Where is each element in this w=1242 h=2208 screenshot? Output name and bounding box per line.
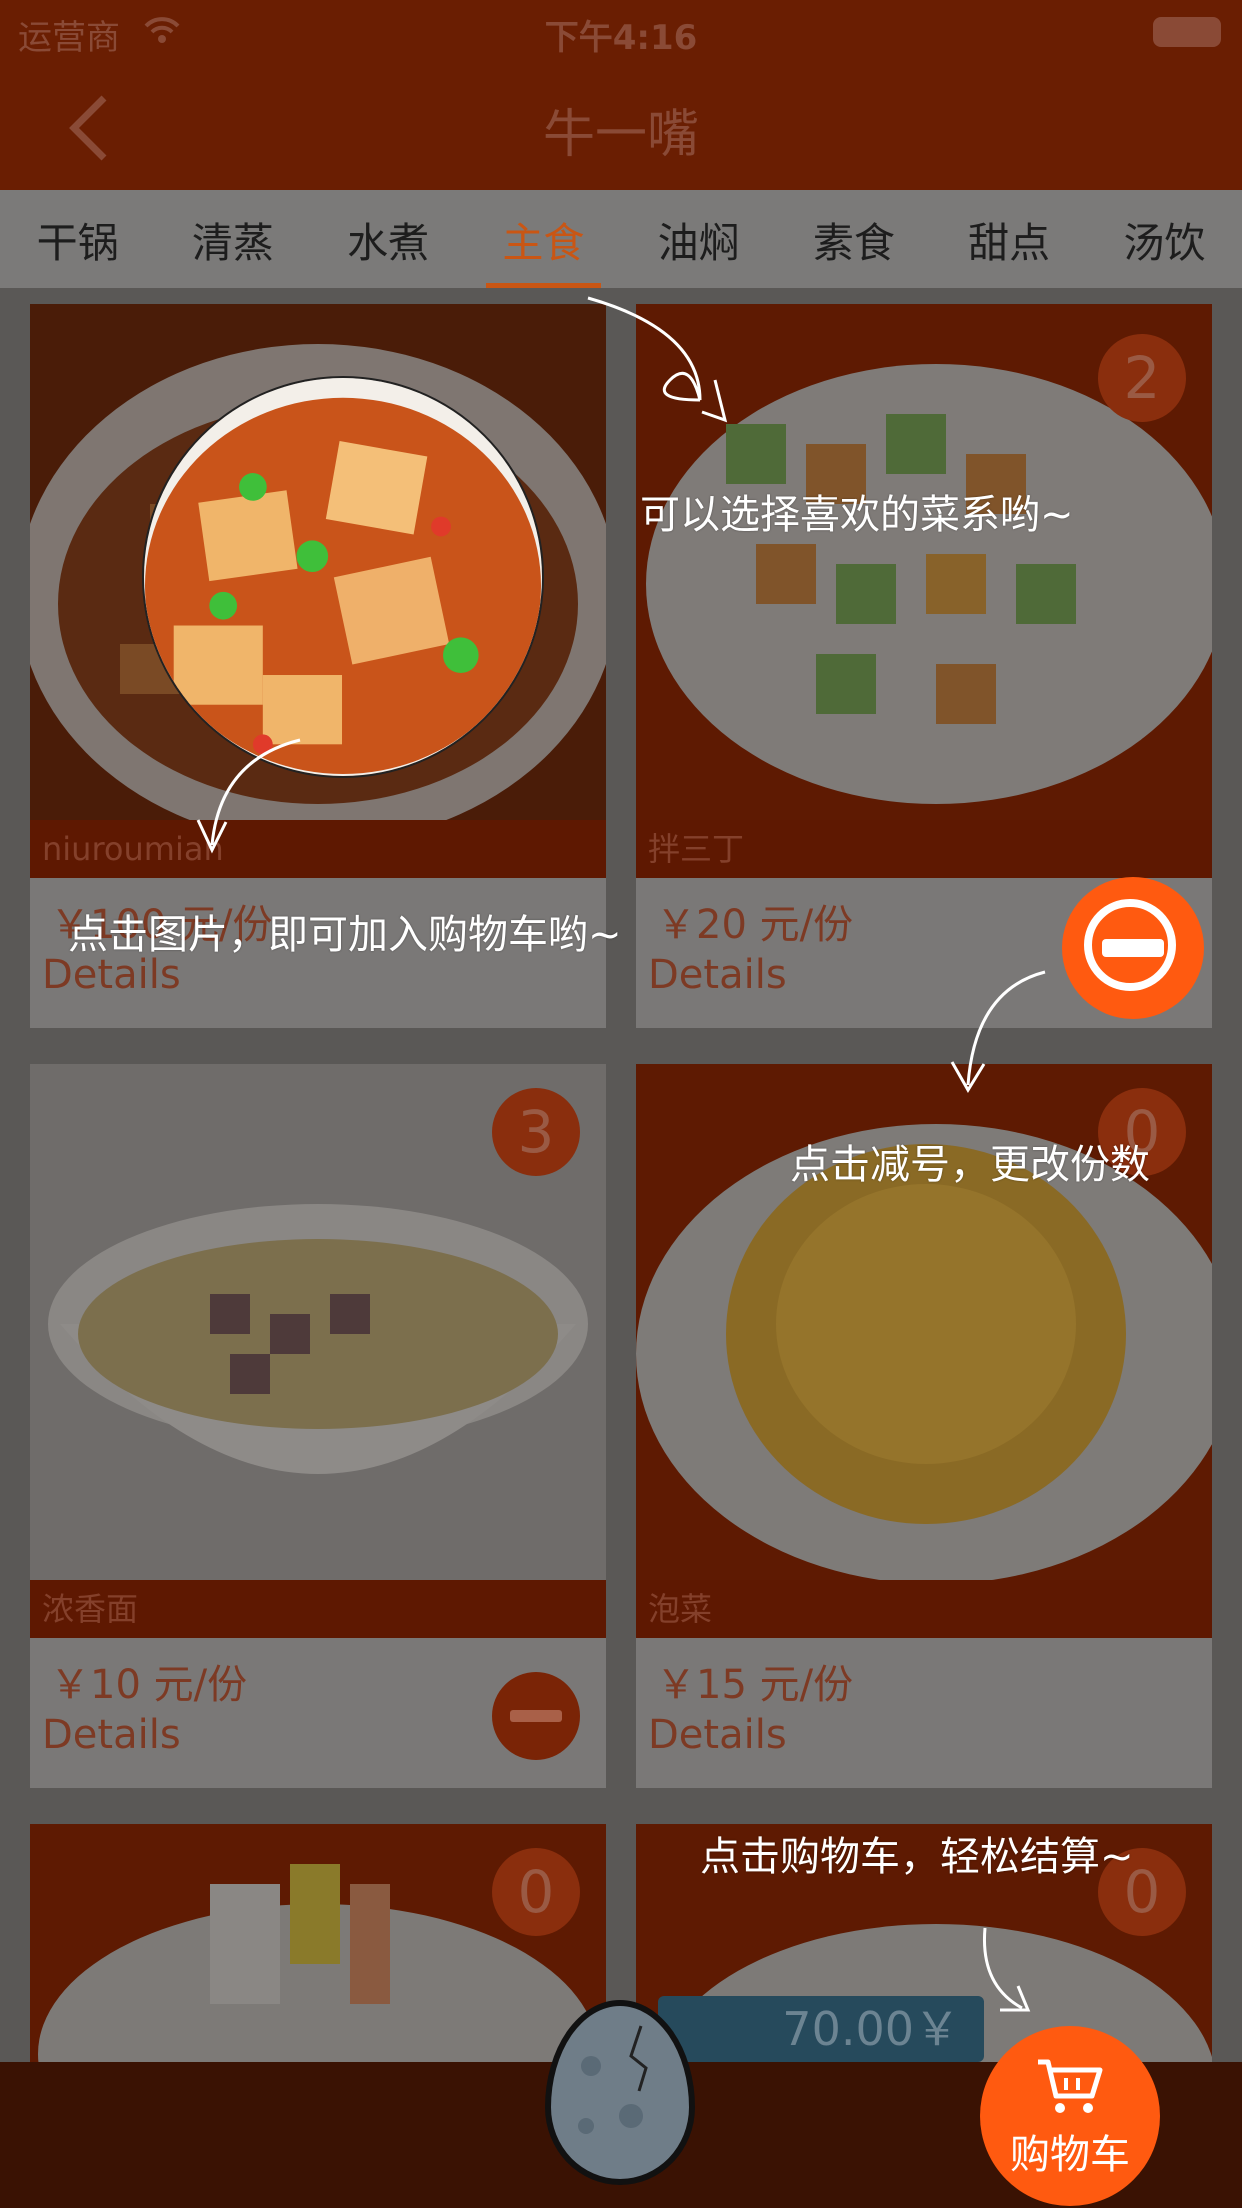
tip-minus: 点击减号，更改份数 <box>790 1142 1150 1188</box>
cart-icon <box>1038 2059 1103 2113</box>
cart-label: 购物车 <box>1010 2132 1130 2178</box>
cart-button[interactable]: 购物车 <box>980 2026 1160 2206</box>
tip-category: 可以选择喜欢的菜系哟~ <box>640 492 1074 538</box>
tip-picture: 点击图片，即可加入购物车哟~ <box>68 912 622 958</box>
tip-cart: 点击购物车，轻松结算~ <box>700 1834 1134 1880</box>
